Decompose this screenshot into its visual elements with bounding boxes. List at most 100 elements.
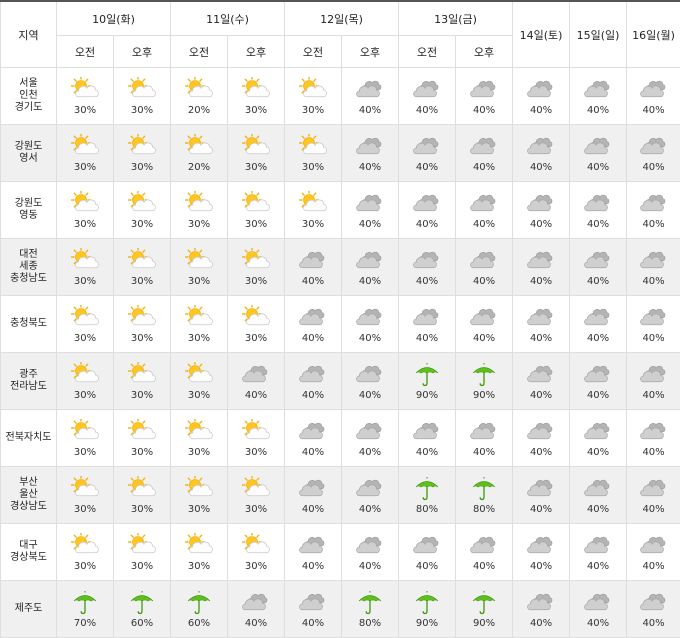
partly-cloudy-icon [71,133,99,160]
precip-probability: 40% [358,275,382,287]
precip-probability: 40% [358,389,382,401]
precip-probability: 30% [244,218,268,230]
precip-probability: 30% [73,560,97,572]
partly-cloudy-icon [185,247,213,274]
table-row: 강원도 영서 30% 30% 20% 30% 30% 40% 40% 40% 40% 40% 40% [0,124,680,182]
forecast-cell: 30% [112,352,172,410]
forecast-cell: 30% [227,238,286,296]
precip-probability: 30% [73,332,97,344]
precip-probability: 80% [415,503,439,515]
forecast-cell: 30% [112,124,172,182]
forecast-cell: 40% [569,523,628,581]
cloudy-icon [299,476,327,502]
region-name: 전북자치도 [0,409,57,467]
pm-header: 오후 [341,35,400,68]
forecast-cell: 80% [398,466,457,524]
precip-probability: 40% [586,218,610,230]
forecast-cell: 30% [56,523,114,581]
cloudy-icon [356,77,384,103]
table-row: 전북자치도 30% 30% 30% 30% 40% 40% 40% 40% 40% 40% 40% [0,409,680,467]
cloudy-icon [584,476,612,502]
header-row-days: 지역 10일(화) 11일(수) 12일(목) 13일(금) 14일(토) 15일(일) 1… [0,0,680,68]
partly-cloudy-icon [71,532,99,559]
cloudy-icon [527,191,555,217]
day-header: 14일(토) [512,0,571,68]
table-row: 부산 울산 경상남도 30% 30% 30% 30% 40% 40% 80% 80% 40% 40% 40… [0,466,680,524]
partly-cloudy-icon [71,76,99,103]
forecast-cell: 40% [341,181,400,239]
partly-cloudy-icon [128,361,156,388]
forecast-cell: 40% [569,124,628,182]
partly-cloudy-icon [242,247,270,274]
forecast-cell: 40% [341,295,400,353]
cloudy-icon [356,419,384,445]
cloudy-icon [527,248,555,274]
am-header: 오전 [56,35,114,68]
partly-cloudy-icon [242,304,270,331]
cloudy-icon [413,305,441,331]
precip-probability: 40% [529,503,553,515]
day-header: 11일(수) [170,0,286,36]
cloudy-icon [639,476,668,502]
forecast-cell: 40% [284,295,343,353]
precip-probability: 40% [642,617,665,629]
forecast-cell: 40% [512,238,571,296]
forecast-cell: 40% [512,580,571,638]
umbrella-icon [413,362,441,388]
precip-probability: 80% [358,617,382,629]
forecast-cell: 40% [284,409,343,467]
forecast-cell: 90% [398,352,457,410]
forecast-cell: 40% [569,580,628,638]
pm-header: 오후 [112,35,172,68]
day-header: 12일(목) [284,0,400,36]
cloudy-icon [639,77,668,103]
precip-probability: 40% [301,332,325,344]
cloudy-icon [584,419,612,445]
forecast-cell: 40% [341,238,400,296]
precip-probability: 40% [586,617,610,629]
forecast-cell: 30% [112,523,172,581]
partly-cloudy-icon [71,247,99,274]
partly-cloudy-icon [128,133,156,160]
precip-probability: 90% [472,389,496,401]
precip-probability: 40% [529,275,553,287]
forecast-cell: 30% [284,181,343,239]
region-name-line: 강원도 [14,198,43,209]
forecast-cell: 40% [512,523,571,581]
forecast-cell: 40% [398,67,457,125]
precip-probability: 40% [358,161,382,173]
table-row: 대전 세종 충청남도 30% 30% 30% 30% 40% 40% 40% 40% 40% 40% 40… [0,238,680,296]
cloudy-icon [299,533,327,559]
cloudy-icon [470,533,498,559]
precip-probability: 40% [586,161,610,173]
forecast-cell: 30% [170,409,229,467]
forecast-cell: 40% [626,352,680,410]
partly-cloudy-icon [299,133,327,160]
forecast-cell: 40% [626,67,680,125]
partly-cloudy-icon [128,532,156,559]
precip-probability: 30% [130,332,154,344]
precip-probability: 30% [301,218,325,230]
precip-probability: 40% [415,218,439,230]
precip-probability: 30% [130,218,154,230]
region-name-line: 충청남도 [10,273,47,284]
cloudy-icon [356,191,384,217]
precip-probability: 40% [301,560,325,572]
forecast-cell: 40% [512,295,571,353]
forecast-cell: 40% [569,295,628,353]
cloudy-icon [584,305,612,331]
region-name: 광주 전라남도 [0,352,57,410]
forecast-cell: 30% [56,466,114,524]
forecast-cell: 40% [455,238,514,296]
precip-probability: 40% [642,560,665,572]
umbrella-icon [185,590,213,616]
partly-cloudy-icon [299,190,327,217]
precip-probability: 40% [472,161,496,173]
forecast-cell: 30% [227,466,286,524]
forecast-cell: 40% [626,580,680,638]
region-name-line: 경상남도 [10,501,47,512]
precip-probability: 30% [187,446,211,458]
forecast-cell: 40% [626,409,680,467]
region-name: 부산 울산 경상남도 [0,466,57,524]
table-row: 대구 경상북도 30% 30% 30% 30% 40% 40% 40% 40% 40% 40% 40% [0,523,680,581]
